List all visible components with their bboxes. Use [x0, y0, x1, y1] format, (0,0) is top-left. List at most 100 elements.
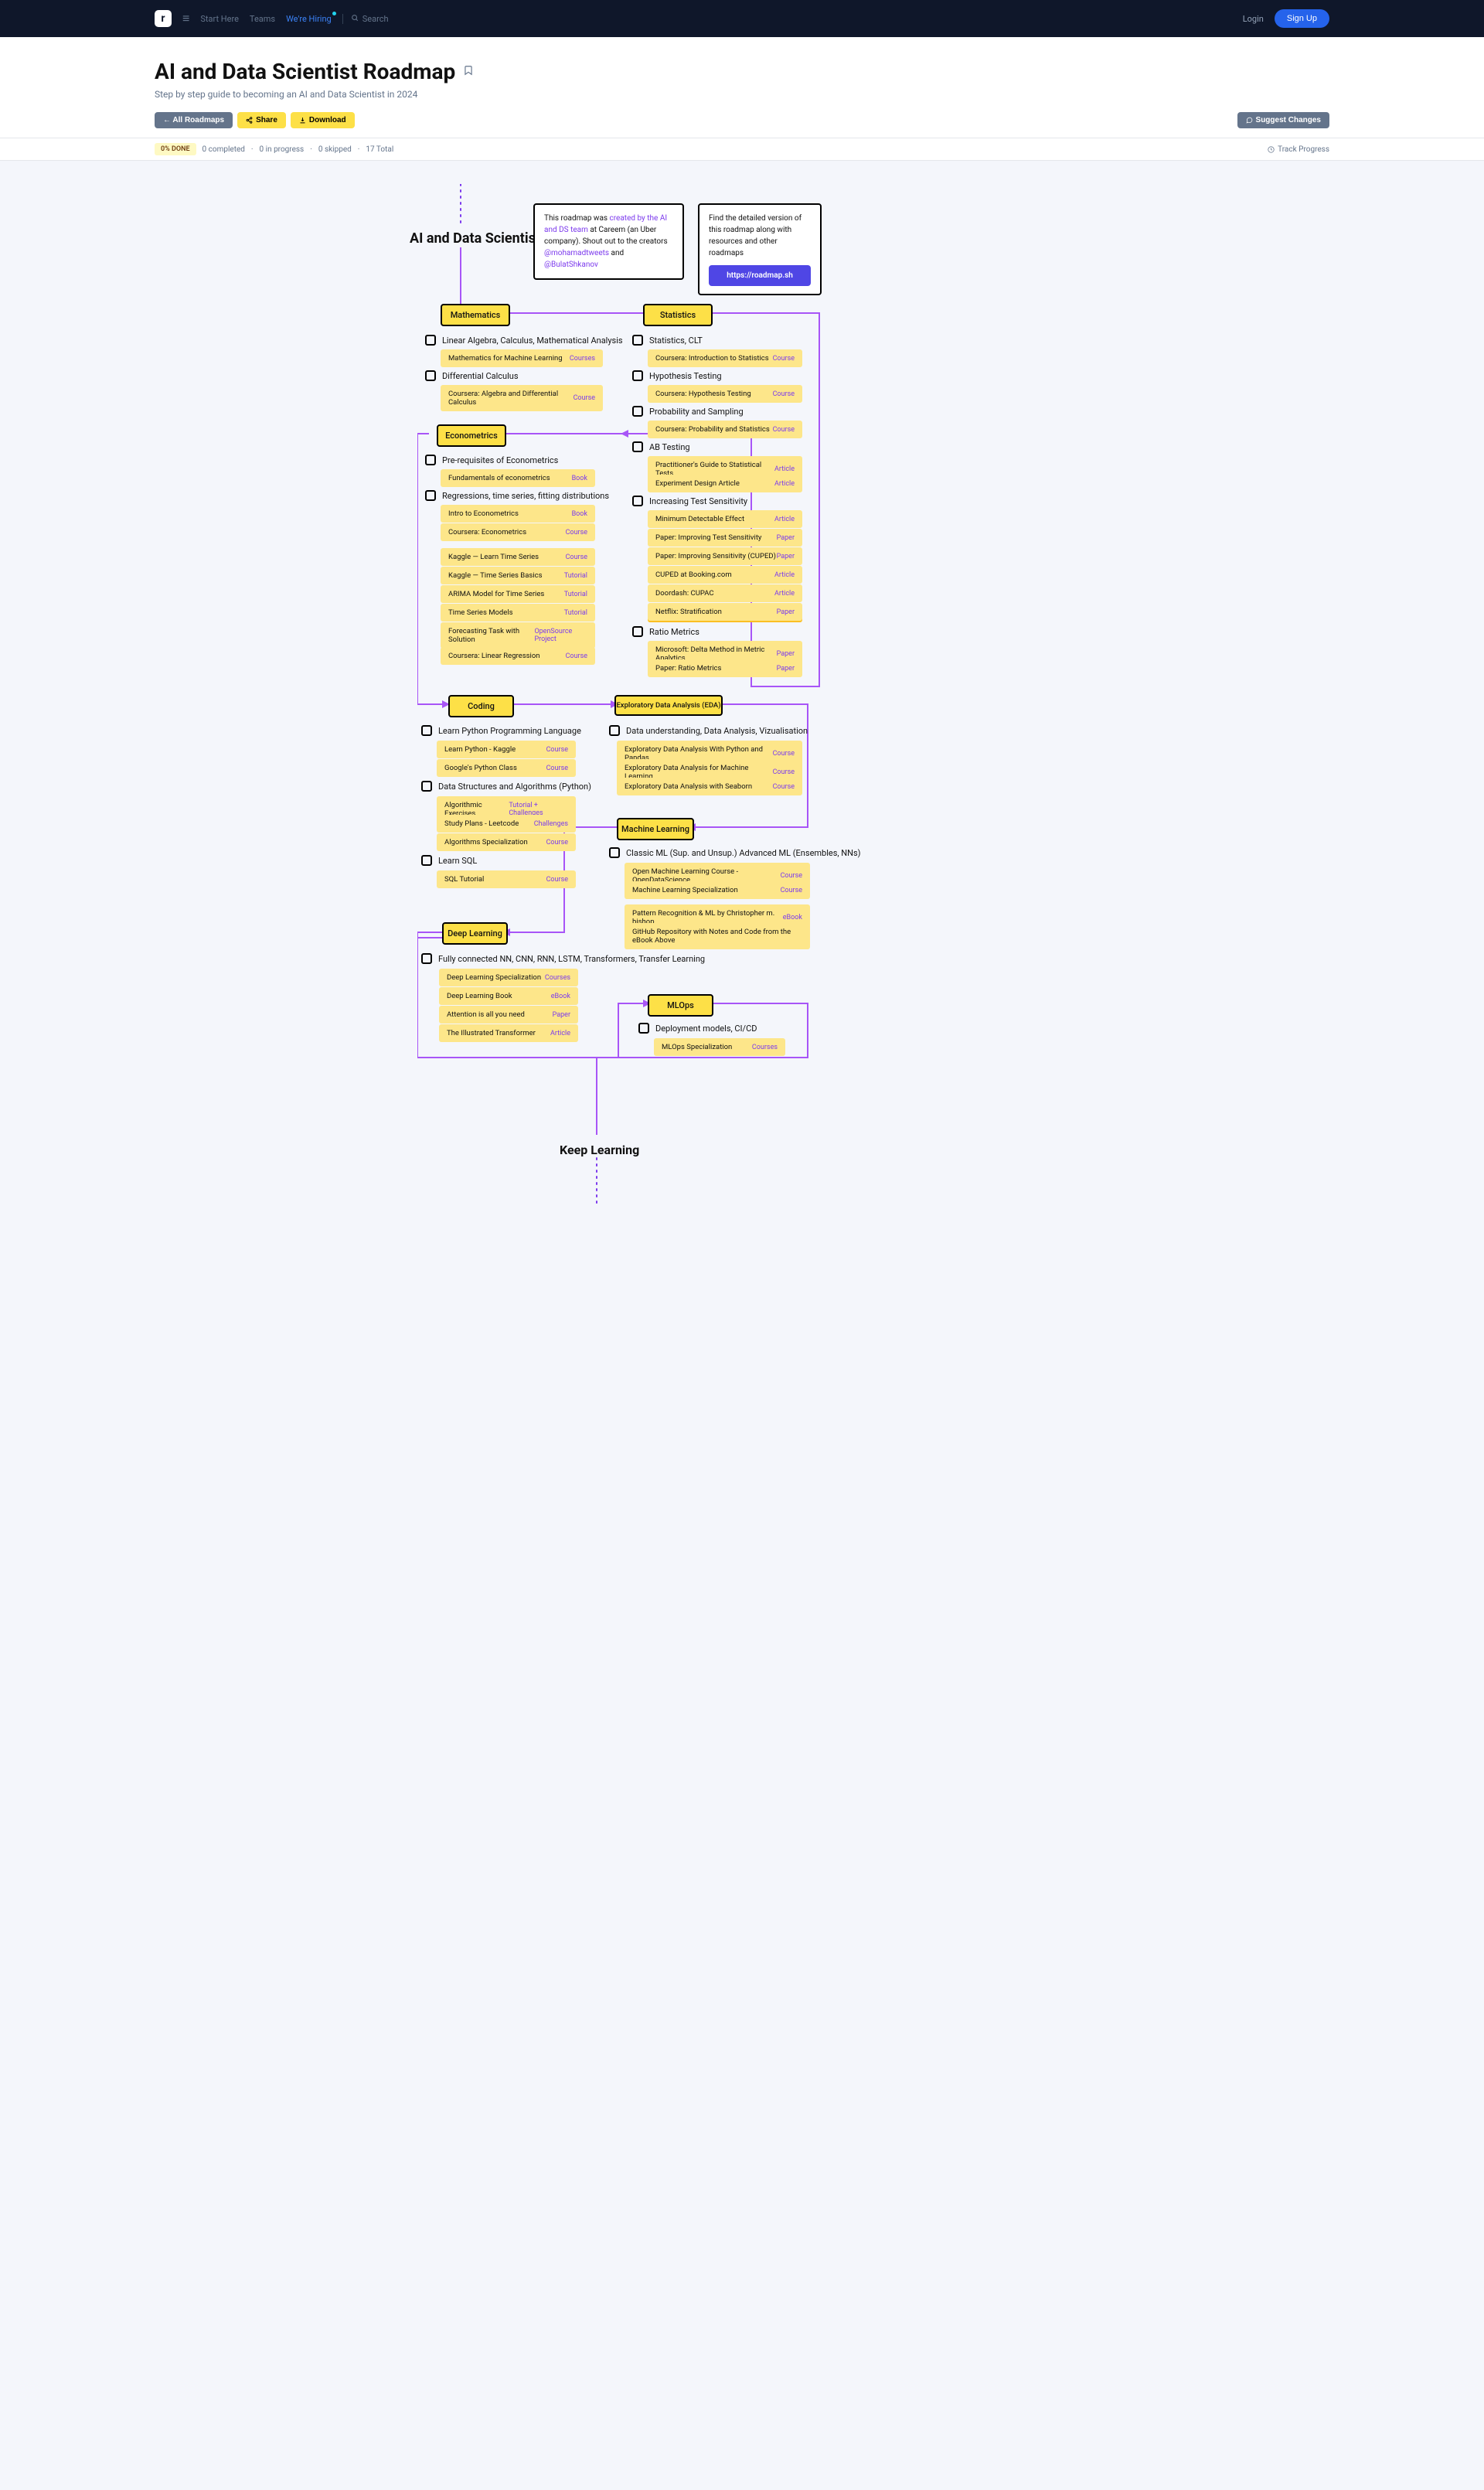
- res-netflix[interactable]: Netflix: StratificationPaper: [648, 603, 802, 621]
- progress-inprogress: 0 in progress: [260, 145, 305, 154]
- handle-1[interactable]: @mohamadtweets: [544, 249, 609, 257]
- res-attention[interactable]: Attention is all you needPaper: [439, 1006, 578, 1024]
- res-mlspec[interactable]: Machine Learning SpecializationCourse: [625, 881, 810, 899]
- res-forecast[interactable]: Forecasting Task with SolutionOpenSource…: [441, 622, 595, 649]
- toolbar-left: ← All Roadmaps Share Download: [155, 112, 355, 128]
- search-icon: [351, 14, 359, 24]
- checkbox[interactable]: [632, 370, 643, 381]
- res-illustrans[interactable]: The Illustrated TransformerArticle: [439, 1024, 578, 1042]
- res-github[interactable]: GitHub Repository with Notes and Code fr…: [625, 923, 810, 949]
- root-title: AI and Data Scientist: [410, 230, 540, 247]
- res-probstats[interactable]: Coursera: Probability and StatisticsCour…: [648, 421, 802, 438]
- checkbox[interactable]: [425, 490, 436, 501]
- res-dlspec[interactable]: Deep Learning SpecializationCourses: [439, 969, 578, 986]
- checkbox[interactable]: [421, 855, 432, 866]
- res-algcalc[interactable]: Coursera: Algebra and Differential Calcu…: [441, 385, 603, 411]
- topic-eda[interactable]: Exploratory Data Analysis (EDA): [614, 695, 723, 716]
- sub-deploy: Deployment models, CI/CD: [638, 1023, 757, 1034]
- checkbox[interactable]: [609, 725, 620, 736]
- logo[interactable]: r: [155, 10, 172, 27]
- nav-teams[interactable]: Teams: [250, 14, 275, 24]
- res-googlepy[interactable]: Google's Python ClassCourse: [437, 759, 576, 777]
- bookmark-icon[interactable]: [463, 65, 474, 79]
- checkbox[interactable]: [421, 953, 432, 964]
- checkbox[interactable]: [638, 1023, 649, 1034]
- res-dlbook[interactable]: Deep Learning BookeBook: [439, 987, 578, 1005]
- res-sqltut[interactable]: SQL TutorialCourse: [437, 870, 576, 888]
- progress-completed: 0 completed: [203, 145, 245, 154]
- progress-total: 17 Total: [366, 145, 393, 154]
- res-algospec[interactable]: Algorithms SpecializationCourse: [437, 833, 576, 851]
- res-ratiop[interactable]: Paper: Ratio MetricsPaper: [648, 659, 802, 677]
- search-box[interactable]: Search: [342, 14, 389, 24]
- res-arima[interactable]: ARIMA Model for Time SeriesTutorial: [441, 585, 595, 603]
- checkbox[interactable]: [609, 847, 620, 858]
- info-text: Find the detailed version of this roadma…: [709, 213, 811, 259]
- search-placeholder: Search: [362, 14, 389, 24]
- login-link[interactable]: Login: [1243, 14, 1264, 24]
- track-progress[interactable]: Track Progress: [1268, 145, 1329, 154]
- res-hyptest[interactable]: Coursera: Hypothesis TestingCourse: [648, 385, 802, 403]
- nav-hiring[interactable]: We're Hiring: [286, 14, 332, 24]
- res-linreg[interactable]: Coursera: Linear RegressionCourse: [441, 647, 595, 665]
- checkbox[interactable]: [632, 335, 643, 346]
- sub-reg: Regressions, time series, fitting distri…: [425, 490, 609, 501]
- topic-econometrics[interactable]: Econometrics: [437, 424, 506, 447]
- handle-2[interactable]: @BulatShkanov: [544, 261, 598, 269]
- res-leetcode[interactable]: Study Plans - LeetcodeChallenges: [437, 815, 576, 833]
- checkbox[interactable]: [425, 455, 436, 465]
- res-seaborn[interactable]: Exploratory Data Analysis with SeabornCo…: [617, 778, 802, 795]
- sub-eda: Data understanding, Data Analysis, Vizua…: [609, 725, 808, 736]
- topic-mlops[interactable]: MLOps: [648, 994, 713, 1017]
- topic-mathematics[interactable]: Mathematics: [441, 304, 510, 326]
- toolbar: ← All Roadmaps Share Download Suggest Ch…: [155, 112, 1329, 138]
- checkbox[interactable]: [632, 406, 643, 417]
- checkbox[interactable]: [421, 725, 432, 736]
- res-mlopsspec[interactable]: MLOps SpecializationCourses: [654, 1038, 785, 1056]
- res-booking[interactable]: CUPED at Booking.comArticle: [648, 566, 802, 584]
- res-coursecon[interactable]: Coursera: EconometricsCourse: [441, 523, 595, 541]
- keep-learning: Keep Learning: [560, 1143, 639, 1157]
- nav-start-here[interactable]: Start Here: [200, 14, 239, 24]
- checkbox[interactable]: [632, 441, 643, 452]
- res-improvets[interactable]: Paper: Improving Test SensitivityPaper: [648, 529, 802, 547]
- sub-its: Increasing Test Sensitivity: [632, 496, 747, 506]
- res-mathml[interactable]: Mathematics for Machine LearningCourses: [441, 349, 603, 367]
- sub-sql: Learn SQL: [421, 855, 477, 866]
- res-expdesign[interactable]: Experiment Design ArticleArticle: [648, 475, 802, 492]
- progress-skipped: 0 skipped: [318, 145, 352, 154]
- sub-dsa: Data Structures and Algorithms (Python): [421, 781, 591, 792]
- topic-ml[interactable]: Machine Learning: [617, 818, 694, 840]
- res-introecon[interactable]: Intro to EconometricsBook: [441, 505, 595, 523]
- res-kagglets[interactable]: Kaggle — Learn Time SeriesCourse: [441, 548, 595, 566]
- res-doordash[interactable]: Doordash: CUPACArticle: [648, 584, 802, 602]
- download-button[interactable]: Download: [291, 112, 355, 128]
- res-tsmodels[interactable]: Time Series ModelsTutorial: [441, 604, 595, 622]
- checkbox[interactable]: [421, 781, 432, 792]
- res-introstats[interactable]: Coursera: Introduction to StatisticsCour…: [648, 349, 802, 367]
- suggest-button[interactable]: Suggest Changes: [1237, 112, 1329, 128]
- topic-dl[interactable]: Deep Learning: [442, 922, 508, 945]
- sub-prob: Probability and Sampling: [632, 406, 744, 417]
- topic-coding[interactable]: Coding: [448, 695, 514, 717]
- checkbox[interactable]: [425, 370, 436, 381]
- sub-ratio: Ratio Metrics: [632, 626, 699, 637]
- res-kagglepy[interactable]: Learn Python - KaggleCourse: [437, 741, 576, 758]
- res-mde[interactable]: Minimum Detectable EffectArticle: [648, 510, 802, 528]
- topic-statistics[interactable]: Statistics: [643, 304, 713, 326]
- checkbox[interactable]: [632, 496, 643, 506]
- menu-icon[interactable]: ≡: [182, 11, 189, 26]
- share-button[interactable]: Share: [237, 112, 286, 128]
- roadmap-link-button[interactable]: https://roadmap.sh: [709, 265, 811, 286]
- res-fundecon[interactable]: Fundamentals of econometricsBook: [441, 469, 595, 487]
- signup-button[interactable]: Sign Up: [1275, 9, 1329, 28]
- checkbox[interactable]: [632, 626, 643, 637]
- title-section: AI and Data Scientist Roadmap Step by st…: [0, 37, 1484, 138]
- checkbox[interactable]: [425, 335, 436, 346]
- res-kagglets2[interactable]: Kaggle — Time Series BasicsTutorial: [441, 567, 595, 584]
- subtitle: Step by step guide to becoming an AI and…: [155, 89, 1329, 100]
- all-roadmaps-button[interactable]: ← All Roadmaps: [155, 112, 233, 128]
- sub-diffcalc: Differential Calculus: [425, 370, 519, 381]
- sub-statsclt: Statistics, CLT: [632, 335, 703, 346]
- res-cuped[interactable]: Paper: Improving Sensitivity (CUPED)Pape…: [648, 547, 802, 565]
